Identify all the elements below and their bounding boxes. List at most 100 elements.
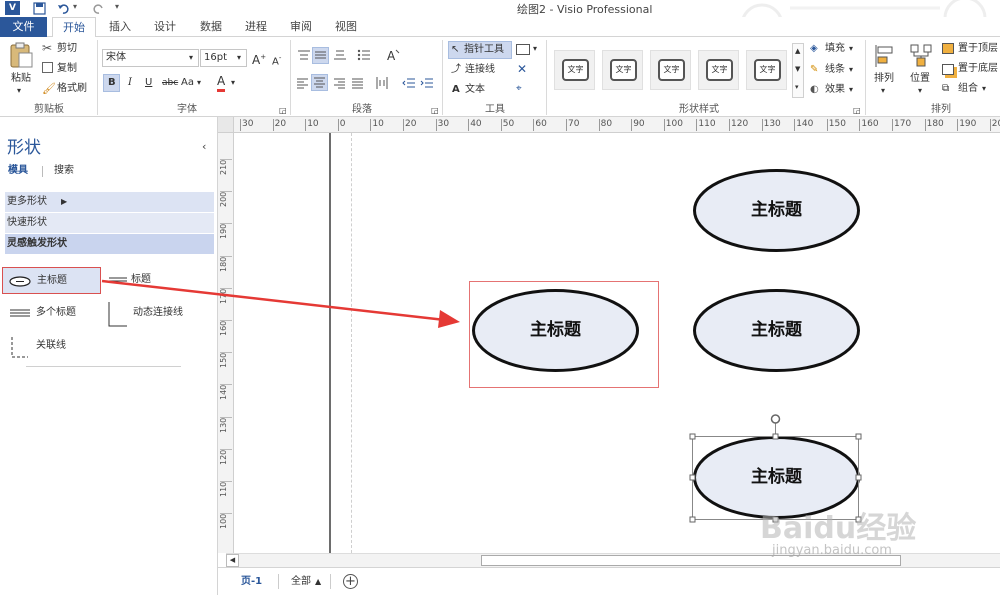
- shape-text: 主标题: [530, 320, 581, 340]
- text-direction-icon[interactable]: A: [386, 47, 400, 63]
- gallery-scrollbar[interactable]: ▲ ▼ ▾: [792, 43, 804, 98]
- connector-tool-button[interactable]: 连接线: [465, 63, 495, 77]
- fill-button[interactable]: 填充: [825, 42, 845, 56]
- bullets-icon[interactable]: [357, 49, 371, 61]
- shape-style-swatch[interactable]: 文字: [746, 50, 787, 90]
- bold-button[interactable]: B: [103, 74, 120, 92]
- page-tab-1[interactable]: 页-1: [241, 575, 262, 589]
- more-shapes-item[interactable]: 更多形状 ▶: [5, 192, 214, 212]
- text-tool-button[interactable]: 文本: [465, 83, 485, 97]
- ruler-tick: [500, 119, 502, 131]
- paragraph-dialog-launcher-icon[interactable]: ◲: [431, 104, 439, 118]
- shape-styles-dialog-launcher-icon[interactable]: ◲: [853, 104, 861, 118]
- underline-button[interactable]: U: [145, 76, 152, 90]
- font-color-button[interactable]: A: [217, 74, 226, 92]
- tab-review[interactable]: 审阅: [281, 17, 321, 37]
- align-shapes-dropdown-icon[interactable]: ▾: [881, 84, 885, 98]
- collapse-panel-icon[interactable]: ‹: [202, 140, 206, 154]
- line-dropdown-icon[interactable]: ▾: [849, 63, 853, 77]
- add-page-icon[interactable]: +: [343, 574, 358, 589]
- stencil-item-association-line[interactable]: 关联线: [2, 333, 101, 360]
- copy-button[interactable]: 复制: [57, 62, 77, 76]
- change-case-dropdown-icon[interactable]: ▾: [197, 76, 201, 90]
- main-title-shape[interactable]: 主标题: [693, 169, 860, 252]
- strikethrough-button[interactable]: abc: [162, 76, 178, 90]
- connection-point-icon[interactable]: ⌖: [516, 82, 522, 96]
- paste-dropdown-icon[interactable]: ▾: [17, 84, 21, 98]
- align-left-icon[interactable]: [296, 77, 309, 89]
- shape-style-gallery[interactable]: 文字 文字 文字 文字 文字: [552, 46, 792, 96]
- tab-file[interactable]: 文件: [0, 17, 47, 37]
- format-painter-button[interactable]: 格式刷: [57, 82, 87, 96]
- italic-button[interactable]: I: [128, 76, 132, 90]
- ruler-tick: [924, 119, 926, 131]
- quick-shapes-item[interactable]: 快速形状: [5, 213, 214, 233]
- all-pages-button[interactable]: 全部: [291, 575, 311, 589]
- tab-home[interactable]: 开始: [52, 17, 96, 38]
- bring-front-button[interactable]: 置于顶层: [958, 42, 998, 56]
- shrink-font-icon[interactable]: A-: [272, 51, 281, 69]
- align-right-icon[interactable]: [333, 77, 346, 89]
- tab-design[interactable]: 设计: [145, 17, 185, 37]
- fill-dropdown-icon[interactable]: ▾: [849, 42, 853, 56]
- undo-icon[interactable]: [57, 2, 70, 15]
- gallery-more-icon[interactable]: ▾: [795, 80, 799, 94]
- font-size-select[interactable]: 16pt ▾: [200, 49, 247, 67]
- tab-view[interactable]: 视图: [326, 17, 366, 37]
- increase-indent-icon[interactable]: [420, 77, 434, 89]
- font-color-dropdown-icon[interactable]: ▾: [231, 76, 235, 90]
- group-dropdown-icon[interactable]: ▾: [982, 82, 986, 96]
- distribute-icon[interactable]: [375, 76, 389, 90]
- pointer-tool-button[interactable]: ↖ 指针工具: [448, 41, 512, 59]
- ruler-tick: [272, 119, 274, 131]
- separator: [290, 40, 291, 115]
- main-title-shape[interactable]: 主标题: [472, 289, 639, 372]
- rectangle-tool-icon[interactable]: [516, 44, 530, 55]
- change-case-button[interactable]: Aa: [181, 76, 194, 90]
- close-shape-icon[interactable]: ✕: [517, 62, 527, 76]
- shape-style-swatch[interactable]: 文字: [698, 50, 739, 90]
- effects-button[interactable]: 效果: [825, 83, 845, 97]
- scroll-left-icon[interactable]: ◀: [226, 554, 239, 567]
- redo-icon[interactable]: [92, 2, 105, 15]
- scissors-icon: ✂: [42, 41, 53, 55]
- tab-stencils[interactable]: 模具: [8, 164, 28, 178]
- decrease-indent-icon[interactable]: [402, 77, 416, 89]
- shape-style-swatch[interactable]: 文字: [650, 50, 691, 90]
- stencil-item-main-title[interactable]: 主标题: [2, 267, 101, 294]
- ruler-tick: [337, 119, 339, 131]
- line-button[interactable]: 线条: [825, 63, 845, 77]
- paste-icon[interactable]: [8, 41, 34, 69]
- gallery-down-icon[interactable]: ▼: [795, 62, 800, 76]
- position-dropdown-icon[interactable]: ▾: [918, 84, 922, 98]
- tab-insert[interactable]: 插入: [100, 17, 140, 37]
- cut-button[interactable]: 剪切: [57, 42, 77, 56]
- font-dialog-launcher-icon[interactable]: ◲: [279, 104, 287, 118]
- grow-font-icon[interactable]: A+: [252, 50, 266, 67]
- shape-style-swatch[interactable]: 文字: [602, 50, 643, 90]
- send-back-button[interactable]: 置于底层: [958, 62, 998, 76]
- all-pages-dropdown-icon[interactable]: ▲: [315, 575, 321, 589]
- group-button[interactable]: 组合: [958, 82, 978, 96]
- align-bottom-icon[interactable]: [333, 49, 347, 61]
- shape-style-swatch[interactable]: 文字: [554, 50, 595, 90]
- undo-dropdown-icon[interactable]: ▾: [73, 2, 77, 11]
- save-icon[interactable]: [33, 2, 46, 15]
- align-top-icon[interactable]: [297, 49, 311, 61]
- stencil-header[interactable]: 灵感触发形状: [5, 234, 214, 254]
- baidu-watermark: Baidu经验 jingyan.baidu.com: [760, 503, 995, 563]
- justify-icon[interactable]: [351, 77, 364, 89]
- align-middle-button[interactable]: [312, 47, 329, 64]
- effects-dropdown-icon[interactable]: ▾: [849, 83, 853, 97]
- stencil-item-multiple-titles[interactable]: 多个标题: [2, 300, 101, 327]
- tab-search[interactable]: 搜索: [54, 164, 74, 178]
- customize-toolbar-icon[interactable]: ▾: [115, 2, 119, 11]
- tab-data[interactable]: 数据: [191, 17, 231, 37]
- gallery-up-icon[interactable]: ▲: [795, 44, 800, 58]
- main-title-shape[interactable]: 主标题: [693, 289, 860, 372]
- rectangle-tool-dropdown-icon[interactable]: ▾: [533, 42, 537, 56]
- align-center-button[interactable]: [311, 74, 328, 91]
- tab-process[interactable]: 进程: [236, 17, 276, 37]
- font-name-select[interactable]: 宋体 ▾: [102, 49, 199, 67]
- drawing-page[interactable]: [331, 133, 1000, 553]
